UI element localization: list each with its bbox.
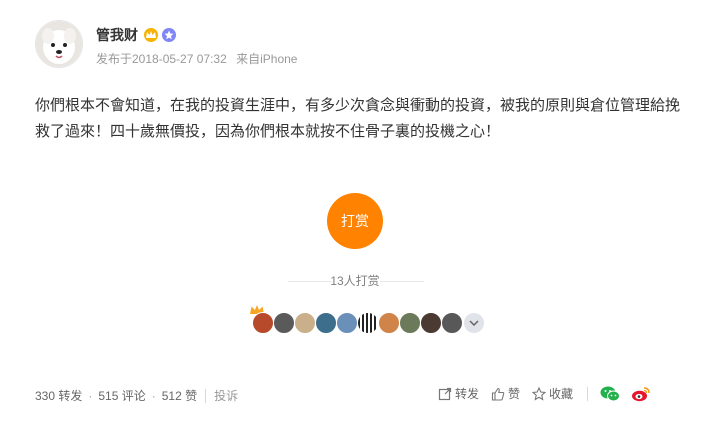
donor-avatar[interactable] — [252, 312, 274, 334]
vip-crown-icon[interactable] — [144, 28, 158, 42]
post-stats: 330 转发 · 515 评论 · 512 赞 投诉 — [35, 387, 238, 404]
like-label: 赞 — [508, 387, 521, 401]
donor-avatar[interactable] — [420, 312, 442, 334]
favorite-button[interactable]: 收藏 — [532, 385, 573, 402]
donor-avatar[interactable] — [273, 312, 295, 334]
like-count: 512 赞 — [161, 389, 198, 403]
wechat-icon — [600, 386, 621, 401]
donor-avatar[interactable] — [294, 312, 316, 334]
complain-link[interactable]: 投诉 — [214, 387, 238, 404]
repost-icon — [438, 387, 452, 400]
post-time[interactable]: 发布于2018-05-27 07:32 — [96, 52, 227, 66]
repost-button[interactable]: 转发 — [438, 385, 479, 402]
avatar[interactable] — [35, 20, 83, 68]
more-donors-chevron-icon[interactable] — [464, 313, 484, 333]
donor-avatar[interactable] — [336, 312, 358, 334]
share-weibo-button[interactable] — [631, 386, 654, 402]
donor-avatar[interactable] — [357, 312, 379, 334]
stats-dot: · — [151, 388, 156, 403]
repost-label: 转发 — [455, 387, 480, 401]
donor-avatars — [252, 310, 484, 336]
thumbs-up-icon — [491, 387, 505, 401]
post-actions: 转发 赞 收藏 — [438, 385, 654, 402]
donor-avatar[interactable] — [378, 312, 400, 334]
post-text: 你們根本不會知道，在我的投資生涯中，有多少次貪念與衝動的投資，被我的原則與倉位管… — [35, 97, 681, 140]
divider-right — [380, 281, 424, 282]
post-meta: 发布于2018-05-27 07:32 来自iPhone — [96, 50, 303, 67]
like-button[interactable]: 赞 — [491, 385, 520, 402]
share-wechat-button[interactable] — [600, 386, 623, 402]
stats-dot: · — [88, 388, 93, 403]
weibo-icon — [632, 386, 650, 401]
donor-avatar[interactable] — [441, 312, 463, 334]
stats-separator — [205, 388, 207, 403]
verified-star-icon[interactable] — [162, 28, 176, 42]
repost-count: 330 转发 — [35, 389, 83, 403]
donor-avatar[interactable] — [315, 312, 337, 334]
author-name[interactable]: 管我财 — [96, 25, 138, 45]
reward-button[interactable]: 打赏 — [327, 193, 383, 249]
favorite-label: 收藏 — [549, 387, 574, 401]
star-icon — [532, 386, 547, 401]
donor-avatar[interactable] — [399, 312, 421, 334]
actions-separator — [587, 386, 589, 401]
comment-count: 515 评论 — [98, 389, 146, 403]
post-source: 来自iPhone — [236, 52, 298, 66]
